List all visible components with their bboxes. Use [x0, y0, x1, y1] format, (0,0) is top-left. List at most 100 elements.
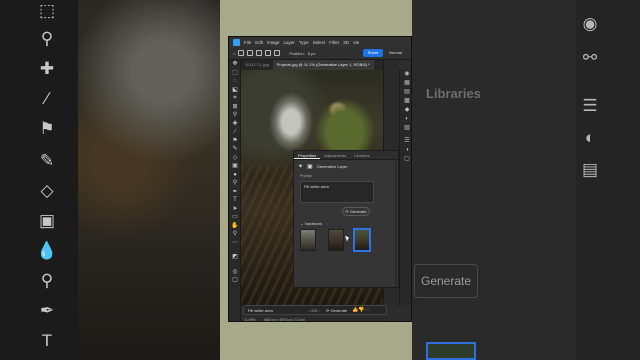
zoom-tool-icon[interactable]: ⚲ [229, 230, 241, 239]
panel-icon: ▤ [581, 160, 599, 179]
shape-tool-icon[interactable]: ▭ [229, 213, 241, 222]
brush-icon: ∕ [45, 89, 49, 108]
quick-mask-icon[interactable]: ◎ [229, 268, 241, 277]
frame-tool-icon[interactable]: ⊠ [229, 103, 241, 112]
more-options-icon[interactable]: ⋯ [364, 307, 369, 313]
background-libraries-label: Libraries [426, 86, 481, 101]
context-prompt-field[interactable]: Fill white area [244, 308, 302, 313]
type-icon: T [41, 331, 53, 350]
brush-tool-icon[interactable]: ∕ [229, 128, 241, 137]
generate-button[interactable]: ⟳ Generate [342, 207, 370, 216]
path-select-tool-icon[interactable]: ➤ [229, 205, 241, 214]
menu-image[interactable]: Image [267, 40, 280, 45]
eraser-tool-icon[interactable]: ◇ [229, 154, 241, 163]
adjustments-panel-icon[interactable]: ◑ [400, 146, 411, 155]
menu-type[interactable]: Type [299, 40, 309, 45]
home-icon[interactable]: ⌂ [233, 51, 235, 56]
history-brush-tool-icon[interactable]: ✎ [229, 145, 241, 154]
prompt-input[interactable]: Fill white area [300, 181, 374, 203]
status-bar: 11.09% 4640 px x 6976 px (72 ppi) [241, 316, 383, 322]
new-selection-icon[interactable] [247, 50, 254, 56]
variation-thumbnail-1[interactable] [300, 229, 316, 251]
swatches-panel-icon[interactable]: ▦ [400, 79, 411, 88]
layers-panel-icon[interactable]: ◆ [400, 106, 411, 115]
crop-tool-icon[interactable]: ⌗ [229, 94, 241, 103]
marquee-tool-icon[interactable]: ⬚ [229, 69, 241, 78]
eraser-icon: ◇ [40, 181, 54, 200]
menu-3d[interactable]: 3D [343, 40, 349, 45]
move-tool-icon[interactable]: ✥ [229, 60, 241, 69]
type-tool-icon[interactable]: T [229, 196, 241, 205]
generative-layer-row: ✦ ▣ Generative Layer [298, 163, 347, 170]
blur-icon: 💧 [36, 241, 58, 260]
document-tabs: 11311 71..jpg Projects.jpg @ 11.1% (Gene… [241, 60, 383, 70]
tab-libraries[interactable]: Libraries [350, 151, 373, 159]
history-brush-icon: ✎ [39, 151, 55, 170]
more-tools-icon[interactable]: ⋯ [229, 239, 241, 248]
layers-icon: ◉ [582, 14, 598, 33]
add-selection-icon[interactable] [256, 50, 263, 56]
stamp-tool-icon[interactable]: ⚑ [229, 137, 241, 146]
blend-mode-dropdown[interactable]: Normal [389, 49, 409, 57]
properties-scrollbar[interactable] [395, 161, 397, 287]
menu-file[interactable]: File [244, 40, 251, 45]
tab-adjustments[interactable]: Adjustments [320, 151, 350, 159]
background-variation-thumb [426, 342, 476, 360]
hand-tool-icon[interactable]: ✋ [229, 222, 241, 231]
paths-panel-icon[interactable]: ▧ [400, 124, 411, 133]
right-panel-icons: ◉ ▦ ▤ ▩ ◆ ◐ ▧ ☰ ◑ ▢ [399, 70, 411, 306]
tool-preset-icon[interactable] [238, 50, 245, 56]
blur-tool-icon[interactable]: ● [229, 171, 241, 180]
lasso-tool-icon[interactable]: ◌ [229, 77, 241, 86]
paths-icon: ⚯ [582, 48, 598, 67]
properties-tabs: Properties Adjustments Libraries [294, 151, 398, 160]
position-value[interactable]: 8 px [308, 51, 316, 56]
photoshop-window: File Edit Image Layer Type Select Filter… [228, 36, 412, 322]
menu-select[interactable]: Select [313, 40, 326, 45]
patterns-panel-icon[interactable]: ▩ [400, 97, 411, 106]
tools-panel: ✥ ⬚ ◌ ⬕ ⌗ ⊠ ⚲ ✚ ∕ ⚑ ✎ ◇ ▣ ● ⚲ ✒ T ➤ ▭ ✋ … [229, 60, 241, 321]
menu-filter[interactable]: Filter [329, 40, 339, 45]
zoom-level[interactable]: 11.09% [244, 318, 256, 322]
pen-tool-icon[interactable]: ✒ [229, 188, 241, 197]
share-button[interactable]: Share [363, 49, 383, 57]
variation-thumbnail-3[interactable] [354, 229, 370, 251]
document-tab-1[interactable]: 11311 71..jpg [241, 60, 273, 70]
variation-thumbnail-2[interactable] [328, 229, 344, 251]
eyedropper-tool-icon[interactable]: ⚲ [229, 111, 241, 120]
eyedropper-icon: ⚲ [40, 29, 54, 48]
chevron-right-icon[interactable]: › [317, 308, 319, 313]
subtract-selection-icon[interactable] [265, 50, 272, 56]
document-tab-active[interactable]: Projects.jpg @ 11.1% (Generative Layer 1… [272, 60, 374, 70]
menu-view[interactable]: Vie [353, 40, 359, 45]
menu-layer[interactable]: Layer [284, 40, 295, 45]
color-swatches-icon[interactable]: ◩ [229, 253, 241, 262]
adjustments-icon: ☰ [582, 96, 598, 115]
tab-properties[interactable]: Properties [294, 151, 321, 159]
generative-layer-icon: ✦ [298, 164, 304, 170]
gradient-tool-icon[interactable]: ▣ [229, 162, 241, 171]
crop-icon: ⬚ [38, 1, 56, 20]
options-bar: ⌂ Position: 8 px Share Normal [229, 47, 411, 60]
variations-header[interactable]: ⌄ Variations [300, 221, 322, 226]
context-generate-button[interactable]: ⟳ Generate [326, 308, 352, 313]
gradients-panel-icon[interactable]: ▤ [400, 88, 411, 97]
intersect-selection-icon[interactable] [274, 50, 281, 56]
background-generate-button: Generate [414, 264, 478, 298]
libraries-panel-icon[interactable]: ▢ [400, 155, 411, 164]
contrast-icon: ◐ [584, 128, 596, 147]
screen-mode-icon[interactable]: ▢ [229, 276, 241, 285]
menu-edit[interactable]: Edit [255, 40, 263, 45]
channels-panel-icon[interactable]: ◐ [400, 115, 411, 124]
healing-tool-icon[interactable]: ✚ [229, 120, 241, 129]
color-panel-icon[interactable]: ◉ [400, 70, 411, 79]
background-photo-blur [78, 0, 220, 360]
dodge-tool-icon[interactable]: ⚲ [229, 179, 241, 188]
variation-pager[interactable]: ‹ 2/3 › [302, 308, 326, 313]
mask-icon: ▣ [307, 164, 313, 170]
background-toolbar: ⬚ ⚲ ✚ ∕ ⚑ ✎ ◇ ▣ 💧 ⚲ ✒ T [0, 0, 78, 360]
photoshop-logo-icon [233, 38, 240, 46]
properties-panel-icon[interactable]: ☰ [400, 137, 411, 146]
object-select-tool-icon[interactable]: ⬕ [229, 86, 241, 95]
document-dimensions: 4640 px x 6976 px (72 ppi) [263, 317, 306, 322]
